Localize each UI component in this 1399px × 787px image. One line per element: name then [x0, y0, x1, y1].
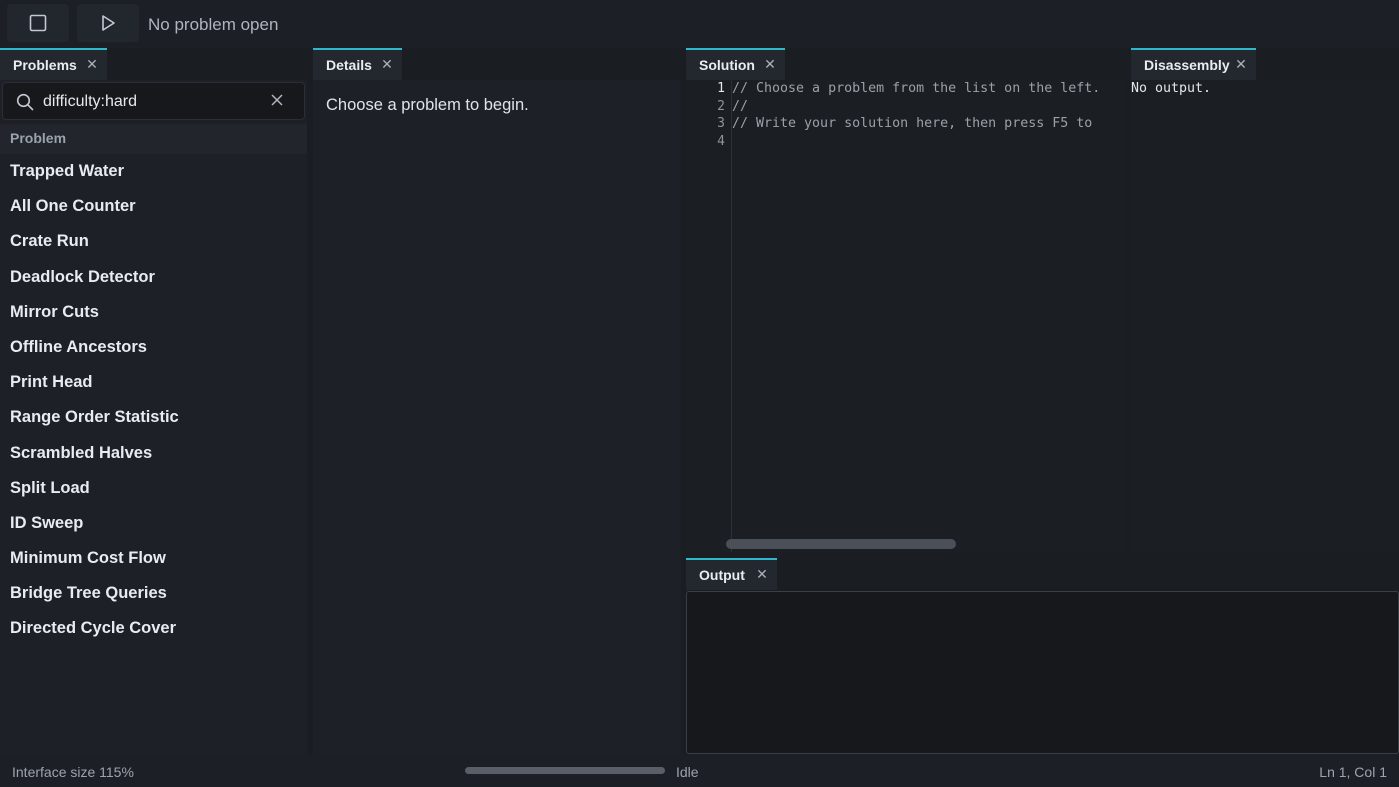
line-number-gutter: 1 2 3 4	[686, 80, 732, 552]
tab-output-label: Output	[699, 567, 745, 583]
toolbar: No problem open	[0, 0, 1399, 48]
toolbar-status: No problem open	[148, 15, 279, 34]
clear-search-icon[interactable]	[270, 93, 284, 107]
progress-bar	[465, 767, 665, 774]
list-item[interactable]: Offline Ancestors	[0, 330, 307, 365]
stop-button[interactable]	[7, 4, 69, 42]
close-icon[interactable]: ✕	[85, 57, 99, 71]
code-line: // Choose a problem from the list on the…	[732, 81, 1101, 96]
details-pane: Details ✕ Choose a problem to begin.	[313, 48, 681, 754]
output-console[interactable]	[686, 591, 1399, 754]
line-number: 3	[717, 116, 725, 132]
code-line: //	[732, 98, 749, 114]
tab-problems-label: Problems	[13, 57, 77, 73]
list-item[interactable]: Deadlock Detector	[0, 260, 307, 295]
search-box	[2, 82, 305, 120]
search-icon	[16, 93, 34, 111]
list-item[interactable]: Print Head	[0, 365, 307, 400]
tab-output[interactable]: Output ✕	[686, 558, 777, 590]
code-editor[interactable]: // Choose a problem from the list on the…	[732, 80, 1112, 552]
interface-size[interactable]: Interface size 115%	[12, 764, 134, 780]
tab-details[interactable]: Details ✕	[313, 48, 402, 80]
line-number: 2	[717, 98, 725, 114]
code-line: // Write your solution here, then press …	[732, 116, 1093, 132]
list-item[interactable]: ID Sweep	[0, 506, 307, 541]
disassembly-pane: Disassembly ✕ No output.	[1131, 48, 1399, 552]
problems-pane: Problems ✕ Problem Trapped WaterAll One …	[0, 48, 307, 754]
list-item[interactable]: Crate Run	[0, 224, 307, 259]
horizontal-scrollbar[interactable]	[726, 539, 956, 549]
list-item[interactable]: Minimum Cost Flow	[0, 541, 307, 576]
disassembly-tabstrip: Disassembly ✕	[1131, 48, 1399, 80]
list-item[interactable]: Range Order Statistic	[0, 400, 307, 435]
line-number: 1	[717, 81, 725, 96]
list-item[interactable]: Trapped Water	[0, 154, 307, 189]
tab-disassembly-label: Disassembly	[1144, 57, 1230, 73]
run-state: Idle	[676, 764, 699, 780]
cursor-position[interactable]: Ln 1, Col 1	[1319, 764, 1387, 780]
details-message: Choose a problem to begin.	[326, 96, 529, 114]
tab-disassembly[interactable]: Disassembly ✕	[1131, 48, 1256, 80]
line-number: 4	[717, 134, 725, 150]
list-item[interactable]: Scrambled Halves	[0, 436, 307, 471]
list-item[interactable]: Split Load	[0, 471, 307, 506]
close-icon[interactable]: ✕	[755, 567, 769, 581]
details-tabstrip: Details ✕	[313, 48, 681, 80]
list-item[interactable]: Mirror Cuts	[0, 295, 307, 330]
list-item[interactable]: Bridge Tree Queries	[0, 576, 307, 611]
list-item[interactable]: Directed Cycle Cover	[0, 611, 307, 646]
output-pane: Output ✕	[686, 558, 1399, 754]
problem-list: Trapped Water All One Counter Crate Run Dea…	[0, 154, 307, 647]
problem-column-header[interactable]: Problem	[0, 124, 307, 154]
solution-pane: Solution ✕ 1 2 3 4 // Choose a problem from…	[686, 48, 1124, 552]
tab-solution-label: Solution	[699, 57, 755, 73]
tab-solution[interactable]: Solution ✕	[686, 48, 785, 80]
tab-problems[interactable]: Problems ✕	[0, 48, 107, 80]
output-tabstrip: Output ✕	[686, 558, 1399, 590]
close-icon[interactable]: ✕	[1234, 57, 1248, 71]
list-item[interactable]: All One Counter	[0, 189, 307, 224]
problems-tabstrip: Problems ✕	[0, 48, 307, 80]
solution-tabstrip: Solution ✕	[686, 48, 1124, 80]
run-button[interactable]	[77, 4, 139, 42]
stop-square-icon	[29, 14, 47, 32]
play-icon	[102, 15, 115, 31]
status-bar: Interface size 115% Idle Ln 1, Col 1	[0, 754, 1399, 787]
tab-details-label: Details	[326, 57, 372, 73]
close-icon[interactable]: ✕	[380, 57, 394, 71]
disassembly-output: No output.	[1131, 81, 1212, 96]
close-icon[interactable]: ✕	[763, 57, 777, 71]
search-input[interactable]	[43, 90, 263, 114]
